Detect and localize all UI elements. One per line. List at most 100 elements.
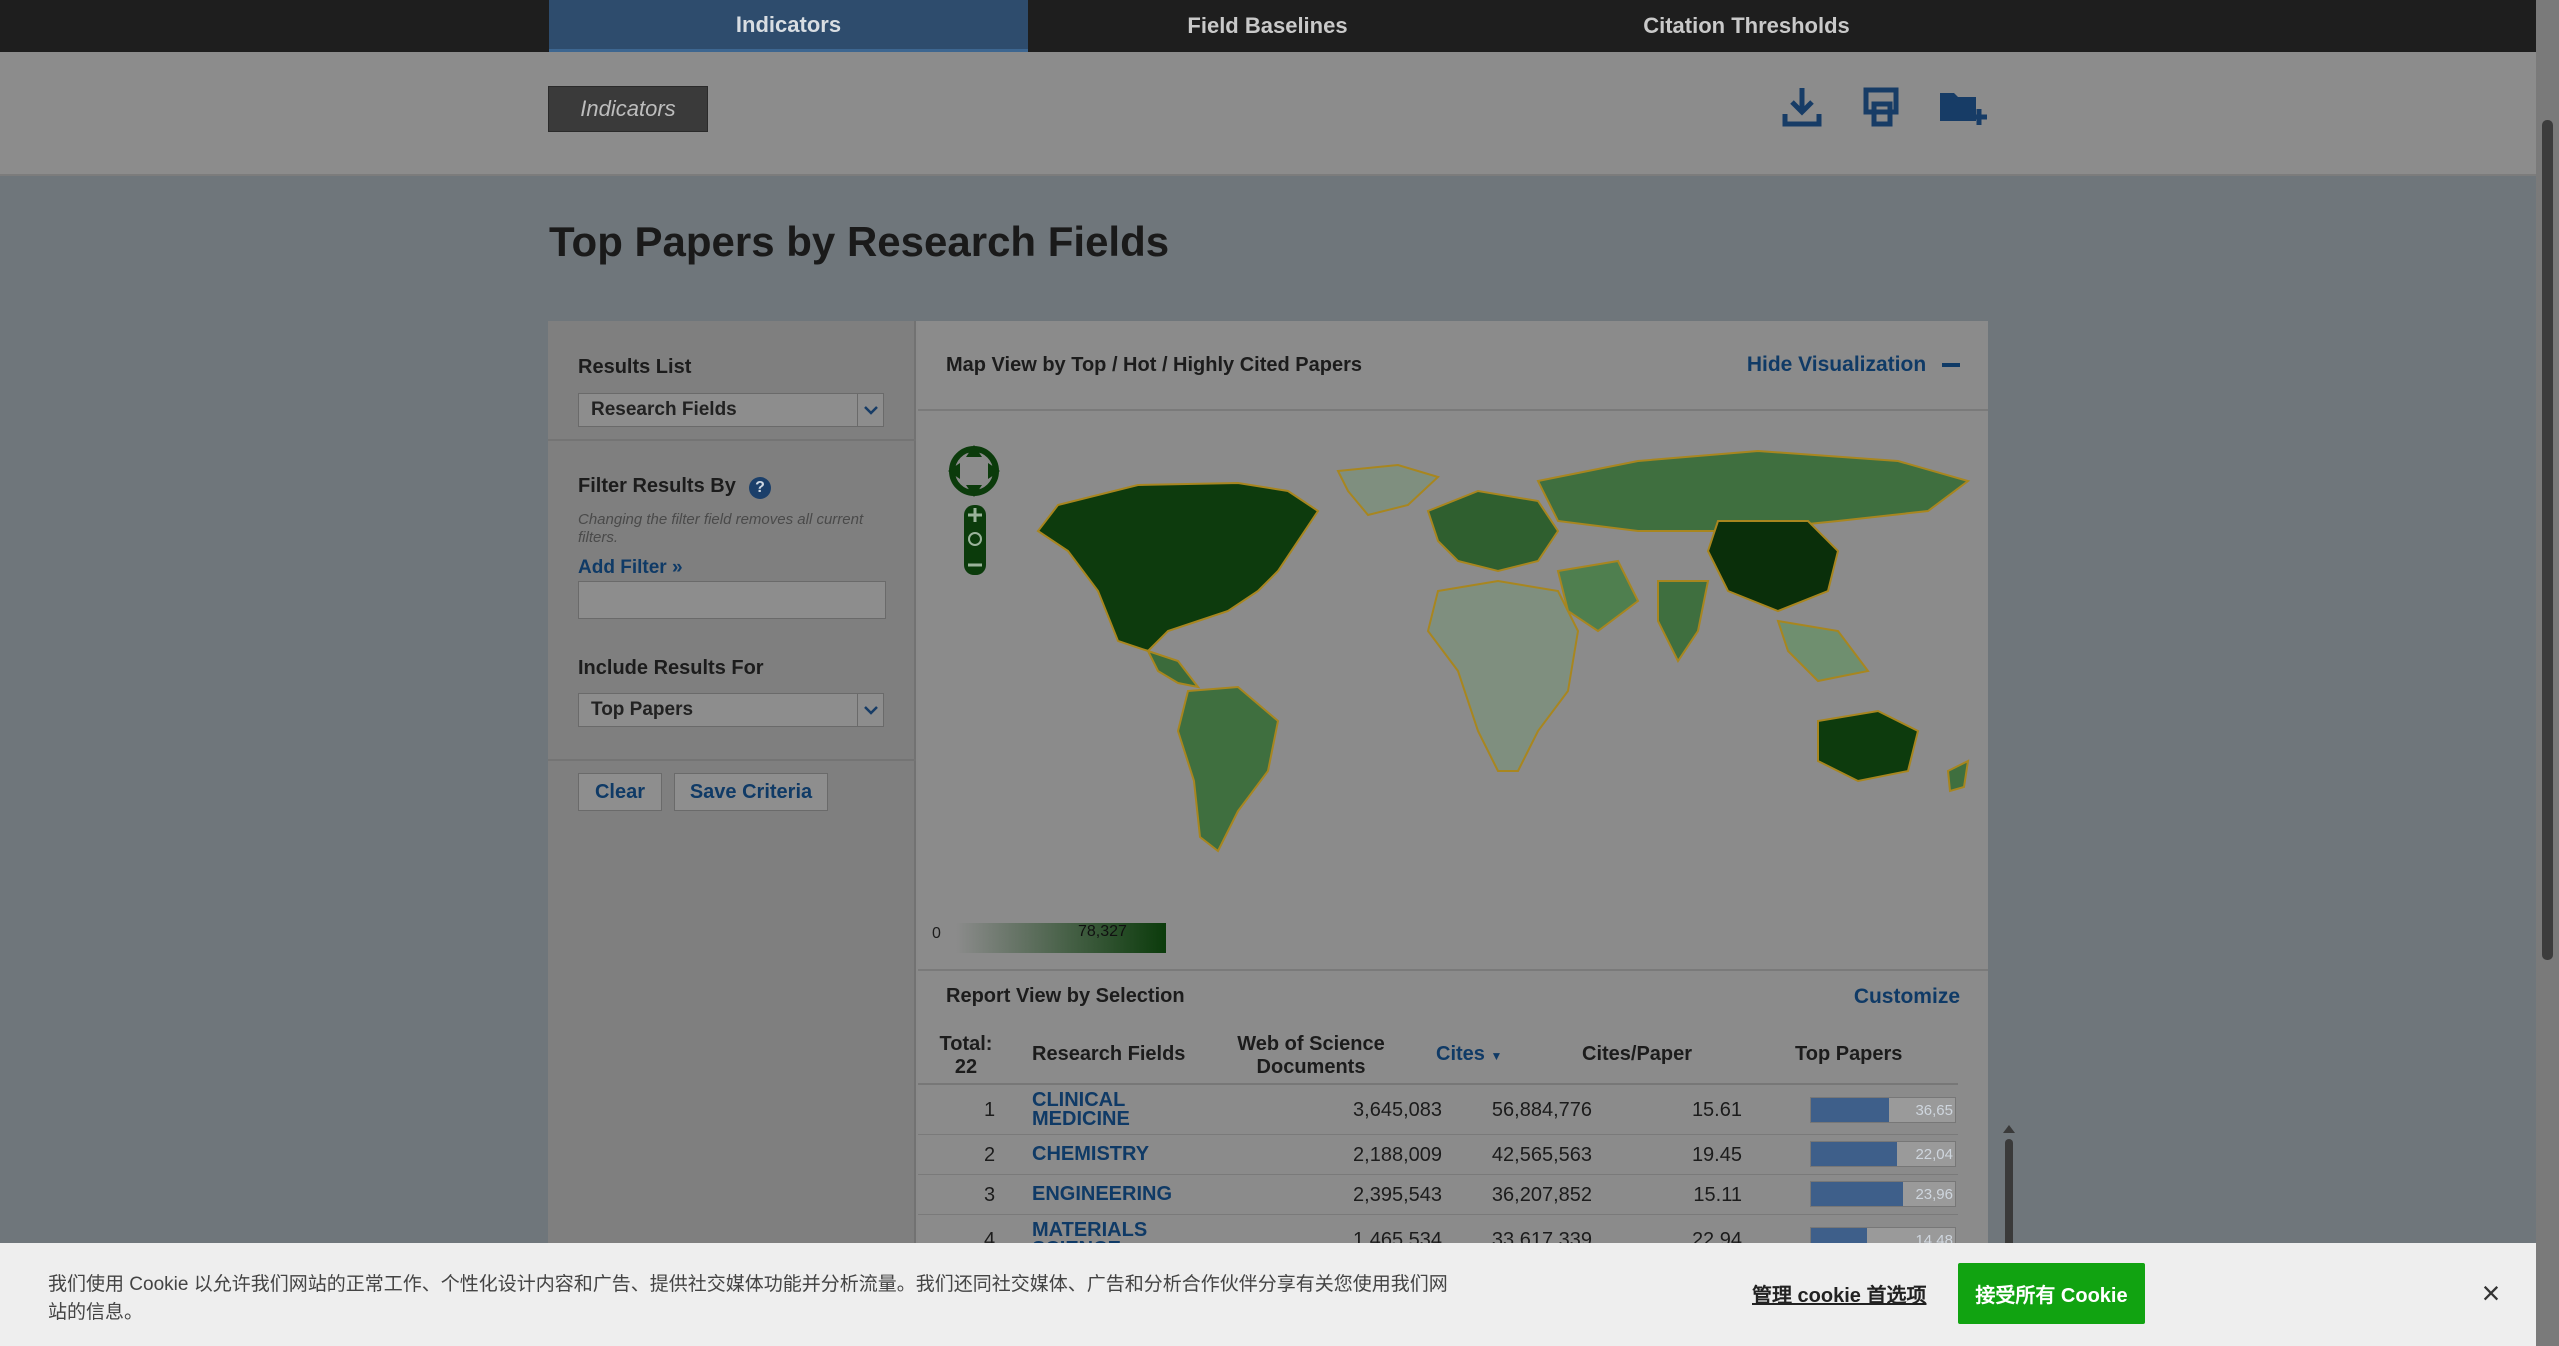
tab-field-baselines[interactable]: Field Baselines — [1028, 0, 1507, 52]
accept-cookies-button[interactable]: 接受所有 Cookie — [1958, 1263, 2145, 1324]
southeast-asia — [1776, 619, 1870, 683]
table-row[interactable]: 3 ENGINEERING 2,395,543 36,207,852 15.11… — [918, 1175, 1958, 1215]
north-america — [1036, 481, 1320, 653]
legend-max: 78,327 — [1078, 923, 1127, 940]
continents — [1036, 449, 1971, 853]
central-america — [1146, 649, 1201, 689]
top-papers-bar: 36,65 — [1810, 1097, 1956, 1123]
tab-citation-thresholds[interactable]: Citation Thresholds — [1507, 0, 1986, 52]
sort-down-icon: ▼ — [1490, 1049, 1503, 1063]
filter-note: Changing the filter field removes all cu… — [578, 511, 864, 546]
row-rank: 2 — [984, 1144, 996, 1166]
india — [1657, 580, 1710, 663]
map-view-title: Map View by Top / Hot / Highly Cited Pap… — [946, 354, 1362, 376]
include-results-select[interactable]: Top Papers — [578, 693, 884, 727]
table-row[interactable]: 2 CHEMISTRY 2,188,009 42,565,563 19.45 2… — [918, 1135, 1958, 1175]
clear-button[interactable]: Clear — [578, 773, 662, 811]
cites-per-paper-header[interactable]: Cites/Paper — [1582, 1043, 1692, 1066]
legend-min: 0 — [932, 925, 941, 942]
table-row[interactable]: 1 CLINICAL MEDICINE 3,645,083 56,884,776… — [918, 1085, 1958, 1135]
legend-gradient — [956, 923, 1166, 953]
row-docs: 2,188,009 — [1353, 1144, 1442, 1166]
hide-visualization-label: Hide Visualization — [1746, 353, 1927, 376]
row-cites-per-paper: 19.45 — [1691, 1144, 1742, 1166]
documents-header[interactable]: Web of Science Documents — [1216, 1033, 1406, 1079]
cites-header[interactable]: Cites ▼ — [1436, 1043, 1502, 1068]
total-header: Total: 22 — [936, 1033, 996, 1079]
chevron-down-icon — [857, 394, 883, 426]
top-papers-bar: 22,04 — [1810, 1141, 1956, 1167]
row-docs: 3,645,083 — [1353, 1099, 1442, 1121]
cookie-text: 我们使用 Cookie 以允许我们网站的正常工作、个性化设计内容和广告、提供社交… — [48, 1274, 1448, 1323]
include-results-label: Include Results For — [578, 657, 764, 679]
top-papers-value: 23,96 — [1915, 1186, 1953, 1203]
row-rank: 3 — [984, 1184, 996, 1206]
row-cites-per-paper: 15.61 — [1691, 1099, 1742, 1121]
row-cites: 56,884,776 — [1491, 1099, 1592, 1121]
results-list-label: Results List — [578, 356, 692, 378]
tab-indicators[interactable]: Indicators — [549, 0, 1028, 52]
map-legend: 0 78,327 — [932, 921, 1172, 955]
top-papers-header[interactable]: Top Papers — [1795, 1043, 1902, 1066]
main-panel: Results List Research Fields Filter Resu… — [548, 321, 2015, 1346]
row-field-link[interactable]: ENGINEERING — [1032, 1184, 1172, 1204]
page-scrollbar-thumb[interactable] — [2542, 120, 2553, 960]
save-criteria-button[interactable]: Save Criteria — [674, 773, 828, 811]
add-folder-icon[interactable] — [1938, 82, 1988, 132]
top-papers-fill — [1811, 1142, 1898, 1166]
close-icon[interactable]: × — [2476, 1273, 2506, 1313]
add-filter-link[interactable]: Add Filter » — [578, 557, 683, 579]
report-header: Report View by Selection Customize — [918, 969, 1988, 1025]
row-cites: 36,207,852 — [1491, 1184, 1592, 1206]
chevron-down-icon — [857, 694, 883, 726]
cites-header-label: Cites — [1436, 1043, 1485, 1065]
results-list-value: Research Fields — [591, 399, 737, 420]
china — [1706, 520, 1840, 613]
new-zealand — [1946, 759, 1970, 793]
top-papers-value: 22,04 — [1915, 1146, 1953, 1163]
row-cites-per-paper: 15.11 — [1693, 1184, 1742, 1206]
help-icon[interactable]: ? — [749, 477, 771, 499]
print-icon[interactable] — [1857, 82, 1907, 132]
top-nav: Indicators Field Baselines Citation Thre… — [0, 0, 2536, 52]
visualization-panel: Map View by Top / Hot / Highly Cited Pap… — [918, 321, 2015, 1346]
total-count: 22 — [954, 1056, 978, 1078]
africa — [1426, 579, 1580, 772]
download-icon[interactable] — [1777, 82, 1827, 132]
australia — [1817, 709, 1920, 783]
zoom-control[interactable] — [964, 505, 986, 575]
greenland — [1336, 463, 1440, 517]
breadcrumb[interactable]: Indicators — [548, 86, 708, 132]
filter-input[interactable] — [578, 581, 886, 619]
russia — [1536, 449, 1971, 532]
pan-control[interactable] — [948, 445, 1000, 497]
total-label: Total: — [939, 1033, 993, 1055]
south-america — [1176, 685, 1280, 853]
manage-cookie-link[interactable]: 管理 cookie 首选项 — [1752, 1279, 1926, 1308]
top-papers-bar: 23,96 — [1810, 1181, 1956, 1207]
row-field-link[interactable]: CLINICAL MEDICINE — [1032, 1090, 1172, 1129]
customize-link[interactable]: Customize — [1854, 985, 1960, 1009]
minus-icon — [1942, 363, 1960, 368]
filter-label: Filter Results By — [578, 475, 736, 497]
page-title: Top Papers by Research Fields — [549, 218, 1170, 265]
research-fields-header[interactable]: Research Fields — [1032, 1043, 1185, 1066]
row-cites: 42,565,563 — [1491, 1144, 1592, 1166]
results-list-select[interactable]: Research Fields — [578, 393, 884, 427]
row-field-link[interactable]: CHEMISTRY — [1032, 1144, 1149, 1164]
hide-visualization-link[interactable]: Hide Visualization — [1747, 353, 1960, 377]
cookie-banner: 我们使用 Cookie 以允许我们网站的正常工作、个性化设计内容和广告、提供社交… — [0, 1243, 2536, 1346]
top-papers-fill — [1811, 1098, 1889, 1122]
sidebar: Results List Research Fields Filter Resu… — [548, 321, 916, 1346]
report-title: Report View by Selection — [946, 985, 1185, 1007]
europe — [1426, 489, 1560, 573]
include-results-value: Top Papers — [591, 699, 694, 720]
top-papers-fill — [1811, 1182, 1904, 1206]
page-scrollbar[interactable] — [2536, 0, 2559, 1346]
row-rank: 1 — [984, 1099, 996, 1121]
world-map[interactable] — [938, 431, 1978, 871]
row-docs: 2,395,543 — [1353, 1184, 1442, 1206]
visualization-header: Map View by Top / Hot / Highly Cited Pap… — [918, 321, 1988, 411]
top-papers-value: 36,65 — [1915, 1102, 1953, 1119]
toolbar: Indicators — [0, 52, 2536, 176]
